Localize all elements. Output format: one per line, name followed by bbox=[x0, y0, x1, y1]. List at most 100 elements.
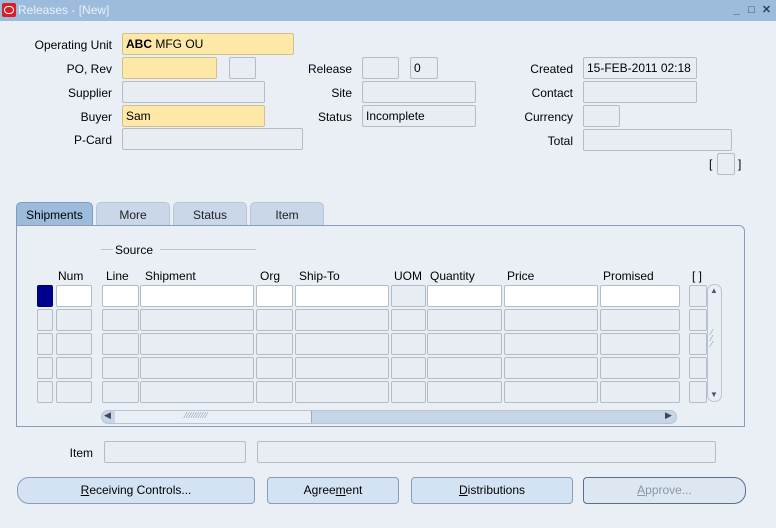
cell-line[interactable] bbox=[102, 357, 139, 379]
supplier-field[interactable] bbox=[122, 81, 265, 103]
cell-dff[interactable] bbox=[689, 285, 707, 307]
cell-ship-to[interactable] bbox=[295, 381, 389, 403]
pcard-label: P-Card bbox=[73, 133, 112, 147]
created-label: Created bbox=[530, 62, 573, 76]
cell-price[interactable] bbox=[504, 309, 598, 331]
created-field[interactable]: 15-FEB-2011 02:18 bbox=[583, 57, 697, 79]
cell-dff[interactable] bbox=[689, 333, 707, 355]
source-group-line-left bbox=[101, 249, 113, 250]
cell-quantity[interactable] bbox=[427, 381, 502, 403]
receiving-controls-button[interactable]: Receiving Controls... bbox=[17, 477, 255, 504]
contact-field[interactable] bbox=[583, 81, 697, 103]
cell-num[interactable] bbox=[56, 285, 92, 307]
cell-dff[interactable] bbox=[689, 381, 707, 403]
cell-ship-to[interactable] bbox=[295, 285, 389, 307]
scroll-grip-icon[interactable]: ⁄ ⁄ ⁄ bbox=[711, 329, 712, 349]
hscroll-grip-icon[interactable]: ⁄⁄⁄⁄⁄⁄⁄⁄⁄⁄ bbox=[185, 411, 208, 420]
cell-promised[interactable] bbox=[600, 309, 680, 331]
cell-uom[interactable] bbox=[391, 285, 426, 307]
col-header-uom: UOM bbox=[394, 269, 422, 283]
cell-ship-to[interactable] bbox=[295, 357, 389, 379]
row-selector[interactable] bbox=[37, 381, 53, 403]
release-revision-field[interactable]: 0 bbox=[410, 57, 438, 79]
cell-promised[interactable] bbox=[600, 357, 680, 379]
cell-line[interactable] bbox=[102, 285, 139, 307]
tab-more[interactable]: More bbox=[96, 202, 170, 226]
header-dff-field[interactable] bbox=[717, 153, 735, 175]
cell-promised[interactable] bbox=[600, 285, 680, 307]
total-field[interactable] bbox=[583, 129, 732, 151]
cell-shipment[interactable] bbox=[140, 357, 254, 379]
row-selector[interactable] bbox=[37, 333, 53, 355]
scroll-up-icon[interactable]: ▲ bbox=[710, 286, 718, 295]
agreement-button[interactable]: Agreement bbox=[267, 477, 399, 504]
cell-num[interactable] bbox=[56, 381, 92, 403]
cell-num[interactable] bbox=[56, 357, 92, 379]
vertical-scrollbar[interactable] bbox=[707, 284, 722, 402]
item-code-field[interactable] bbox=[104, 441, 246, 463]
total-label: Total bbox=[547, 134, 573, 148]
cell-promised[interactable] bbox=[600, 381, 680, 403]
approve-button[interactable]: Approve... bbox=[583, 477, 746, 504]
release-number-field[interactable] bbox=[362, 57, 399, 79]
cell-promised[interactable] bbox=[600, 333, 680, 355]
cell-uom[interactable] bbox=[391, 381, 426, 403]
cell-uom[interactable] bbox=[391, 357, 426, 379]
cell-shipment[interactable] bbox=[140, 309, 254, 331]
cell-num[interactable] bbox=[56, 309, 92, 331]
maximize-icon[interactable]: □ bbox=[746, 4, 757, 16]
currency-field[interactable] bbox=[583, 105, 620, 127]
cell-price[interactable] bbox=[504, 381, 598, 403]
cell-quantity[interactable] bbox=[427, 333, 502, 355]
cell-price[interactable] bbox=[504, 333, 598, 355]
operating-unit-field[interactable]: ABC MFG OU bbox=[122, 33, 294, 55]
cell-org[interactable] bbox=[256, 381, 293, 403]
cell-ship-to[interactable] bbox=[295, 309, 389, 331]
cell-org[interactable] bbox=[256, 309, 293, 331]
cell-quantity[interactable] bbox=[427, 285, 502, 307]
status-label: Status bbox=[317, 110, 352, 124]
tab-status[interactable]: Status bbox=[173, 202, 247, 226]
tab-shipments[interactable]: Shipments bbox=[16, 202, 93, 226]
cell-org[interactable] bbox=[256, 285, 293, 307]
scroll-right-icon[interactable]: ▶ bbox=[665, 410, 672, 421]
row-selector[interactable] bbox=[37, 285, 53, 307]
cell-num[interactable] bbox=[56, 333, 92, 355]
cell-ship-to[interactable] bbox=[295, 333, 389, 355]
cell-price[interactable] bbox=[504, 357, 598, 379]
item-description-field[interactable] bbox=[257, 441, 716, 463]
status-field[interactable]: Incomplete bbox=[362, 105, 476, 127]
cell-dff[interactable] bbox=[689, 357, 707, 379]
cell-shipment[interactable] bbox=[140, 333, 254, 355]
cell-line[interactable] bbox=[102, 381, 139, 403]
po-revision-field[interactable] bbox=[229, 57, 256, 79]
scroll-left-icon[interactable]: ◀ bbox=[104, 410, 111, 421]
currency-label: Currency bbox=[524, 110, 573, 124]
cell-uom[interactable] bbox=[391, 309, 426, 331]
cell-org[interactable] bbox=[256, 357, 293, 379]
cell-shipment[interactable] bbox=[140, 381, 254, 403]
minimize-icon[interactable]: _ bbox=[731, 4, 742, 16]
row-selector[interactable] bbox=[37, 357, 53, 379]
po-number-field[interactable] bbox=[122, 57, 217, 79]
row-selector[interactable] bbox=[37, 309, 53, 331]
site-field[interactable] bbox=[362, 81, 476, 103]
horizontal-scroll-thumb[interactable] bbox=[115, 411, 312, 423]
distributions-button[interactable]: Distributions bbox=[411, 477, 573, 504]
contact-label: Contact bbox=[531, 86, 573, 100]
buyer-field[interactable]: Sam bbox=[122, 105, 265, 127]
close-icon[interactable]: ✕ bbox=[761, 4, 772, 16]
cell-shipment[interactable] bbox=[140, 285, 254, 307]
scroll-down-icon[interactable]: ▼ bbox=[710, 390, 718, 399]
cell-quantity[interactable] bbox=[427, 309, 502, 331]
po-label: PO, Rev bbox=[66, 62, 112, 76]
cell-dff[interactable] bbox=[689, 309, 707, 331]
cell-line[interactable] bbox=[102, 309, 139, 331]
tab-item[interactable]: Item bbox=[250, 202, 324, 226]
cell-org[interactable] bbox=[256, 333, 293, 355]
pcard-field[interactable] bbox=[122, 128, 303, 150]
cell-uom[interactable] bbox=[391, 333, 426, 355]
cell-price[interactable] bbox=[504, 285, 598, 307]
cell-line[interactable] bbox=[102, 333, 139, 355]
cell-quantity[interactable] bbox=[427, 357, 502, 379]
